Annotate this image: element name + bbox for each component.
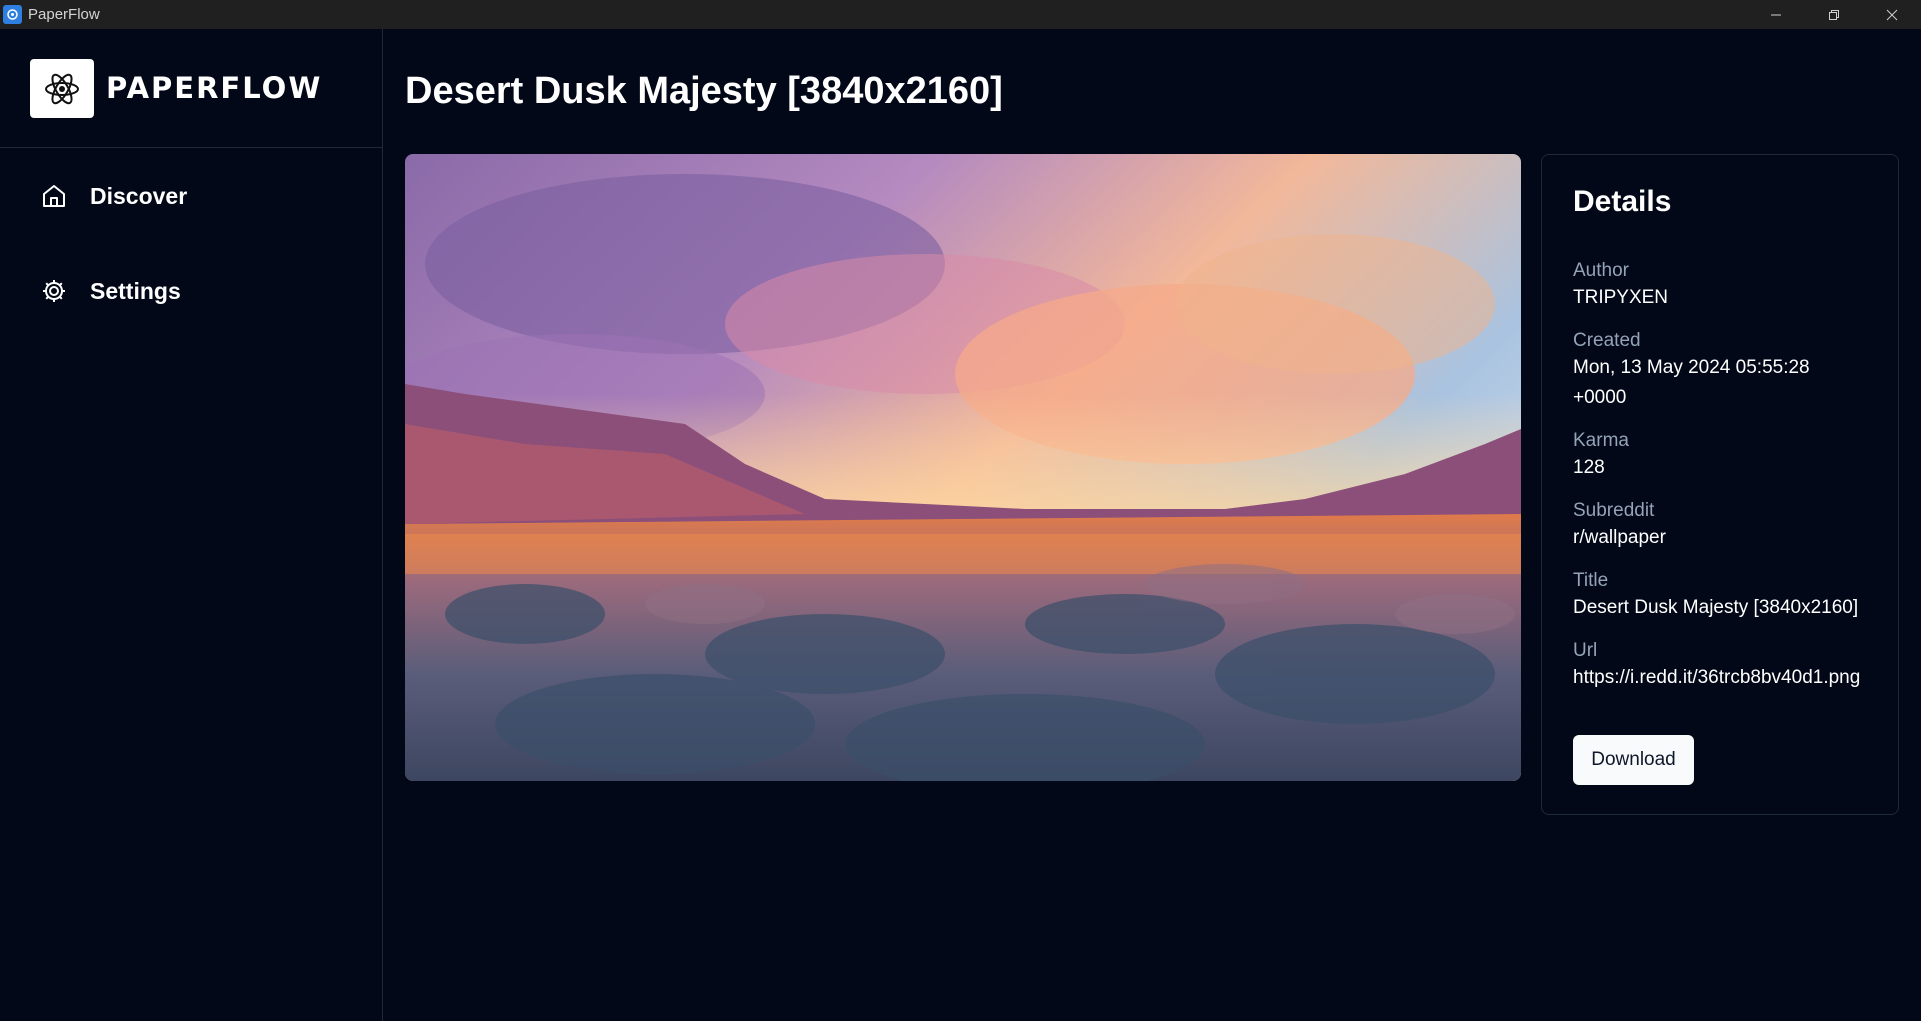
author-value: TRIPYXEN: [1573, 287, 1669, 308]
karma-value: 128: [1573, 457, 1605, 478]
title-label: Title: [1573, 570, 1609, 591]
title-value: Desert Dusk Majesty [3840x2160]: [1573, 597, 1859, 618]
brand-header: PAPERFLOW: [0, 29, 382, 148]
page-title: Desert Dusk Majesty [3840x2160]: [405, 70, 1003, 112]
created-value-timezone: +0000: [1573, 387, 1627, 408]
sidebar-item-label: Settings: [90, 277, 181, 304]
sidebar: PAPERFLOW Discover Settings: [0, 29, 383, 1021]
author-label: Author: [1573, 260, 1629, 281]
wallpaper-preview: [405, 154, 1521, 781]
download-button[interactable]: Download: [1573, 735, 1694, 785]
created-value: Mon, 13 May 2024 05:55:28: [1573, 357, 1810, 378]
subreddit-label: Subreddit: [1573, 500, 1655, 521]
window-titlebar: PaperFlow: [0, 0, 1921, 29]
details-panel: Details Author TRIPYXEN Created Mon, 13 …: [1541, 154, 1899, 815]
restore-icon[interactable]: [1805, 0, 1863, 29]
app-icon: [3, 5, 22, 24]
gear-icon: [40, 277, 68, 305]
subreddit-value: r/wallpaper: [1573, 527, 1666, 548]
url-label: Url: [1573, 640, 1598, 661]
url-value[interactable]: https://i.redd.it/36trcb8bv40d1.png: [1573, 663, 1893, 693]
created-label: Created: [1573, 330, 1641, 351]
sidebar-item-settings[interactable]: Settings: [40, 271, 181, 311]
window-controls: [1747, 0, 1921, 29]
home-icon: [40, 182, 68, 210]
details-heading: Details: [1573, 185, 1672, 218]
karma-label: Karma: [1573, 430, 1629, 451]
close-icon[interactable]: [1863, 0, 1921, 29]
sidebar-item-label: Discover: [90, 182, 188, 209]
logo-icon: [30, 59, 94, 118]
window-title: PaperFlow: [28, 6, 100, 23]
sidebar-item-discover[interactable]: Discover: [40, 176, 187, 216]
brand-name: PAPERFLOW: [106, 71, 323, 105]
minimize-icon[interactable]: [1747, 0, 1805, 29]
